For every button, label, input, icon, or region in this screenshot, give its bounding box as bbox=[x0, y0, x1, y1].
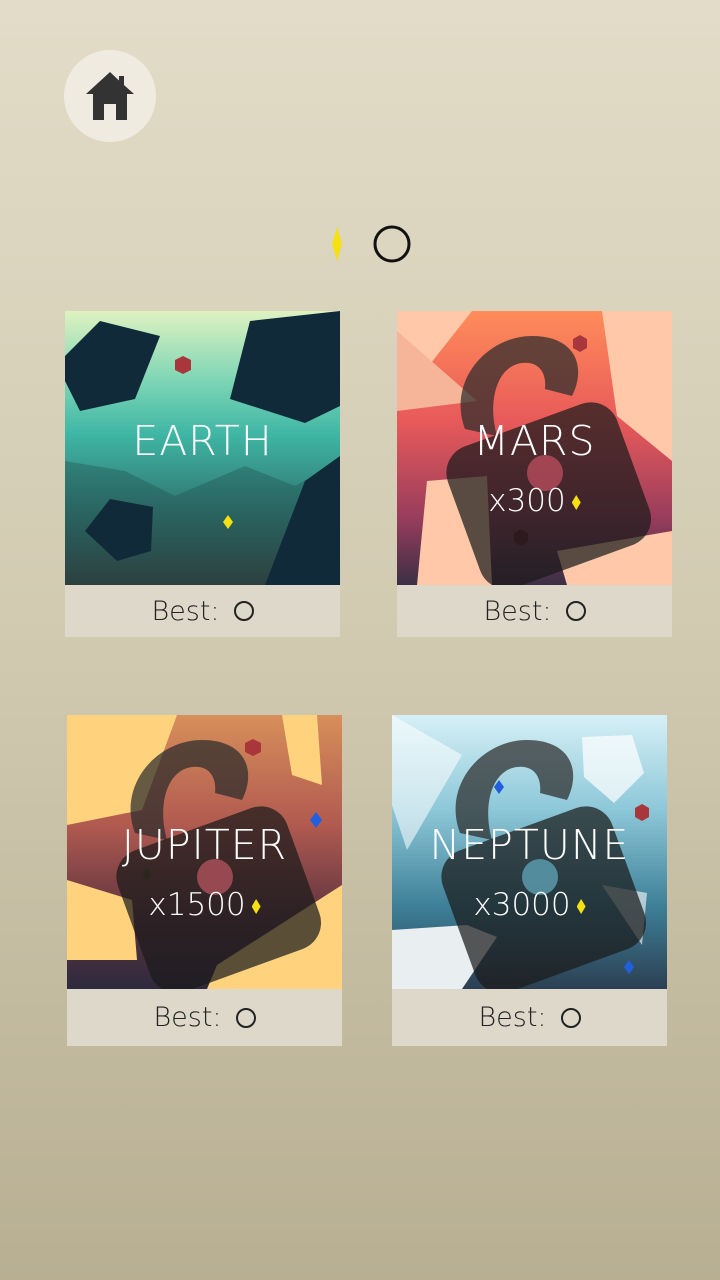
zero-ring-icon bbox=[373, 225, 411, 263]
gem-icon bbox=[576, 899, 586, 914]
home-icon bbox=[86, 72, 134, 120]
level-name: MARS bbox=[473, 417, 596, 465]
level-art-mars: MARS x300 bbox=[397, 311, 672, 585]
unlock-cost-value: x1500 bbox=[148, 887, 246, 923]
gem-icon bbox=[251, 899, 261, 914]
unlock-cost-value: x3000 bbox=[473, 887, 571, 923]
best-label: Best: bbox=[151, 595, 220, 627]
level-name: NEPTUNE bbox=[429, 821, 630, 869]
best-score-panel: Best: bbox=[65, 585, 340, 637]
best-score-ring-icon bbox=[233, 601, 254, 621]
level-art-jupiter: JUPITER x1500 bbox=[67, 715, 342, 989]
best-label: Best: bbox=[478, 1002, 547, 1033]
best-label: Best: bbox=[153, 1002, 222, 1033]
level-card-neptune[interactable]: NEPTUNE x3000 Best: bbox=[392, 715, 667, 1046]
unlock-cost: x300 bbox=[397, 483, 672, 519]
best-label: Best: bbox=[483, 595, 552, 627]
gem-icon bbox=[571, 495, 581, 510]
best-score-ring-icon bbox=[235, 1007, 256, 1028]
unlock-cost-value: x300 bbox=[488, 483, 566, 519]
home-button[interactable] bbox=[64, 50, 156, 142]
level-art-neptune: NEPTUNE x3000 bbox=[392, 715, 667, 989]
unlock-cost: x3000 bbox=[392, 887, 667, 923]
level-card-earth[interactable]: EARTH Best: bbox=[65, 311, 340, 637]
currency-display bbox=[322, 222, 422, 266]
best-score-ring-icon bbox=[560, 1007, 581, 1028]
level-card-jupiter[interactable]: JUPITER x1500 Best: bbox=[67, 715, 342, 1046]
best-score-panel: Best: bbox=[397, 585, 672, 637]
gem-icon bbox=[332, 227, 342, 261]
level-name: JUPITER bbox=[121, 821, 288, 869]
best-score-ring-icon bbox=[565, 601, 586, 621]
level-art-earth: EARTH bbox=[65, 311, 340, 585]
unlock-cost: x1500 bbox=[67, 887, 342, 923]
level-card-mars[interactable]: MARS x300 Best: bbox=[397, 311, 672, 637]
best-score-panel: Best: bbox=[67, 989, 342, 1046]
level-name: EARTH bbox=[132, 417, 273, 465]
best-score-panel: Best: bbox=[392, 989, 667, 1046]
